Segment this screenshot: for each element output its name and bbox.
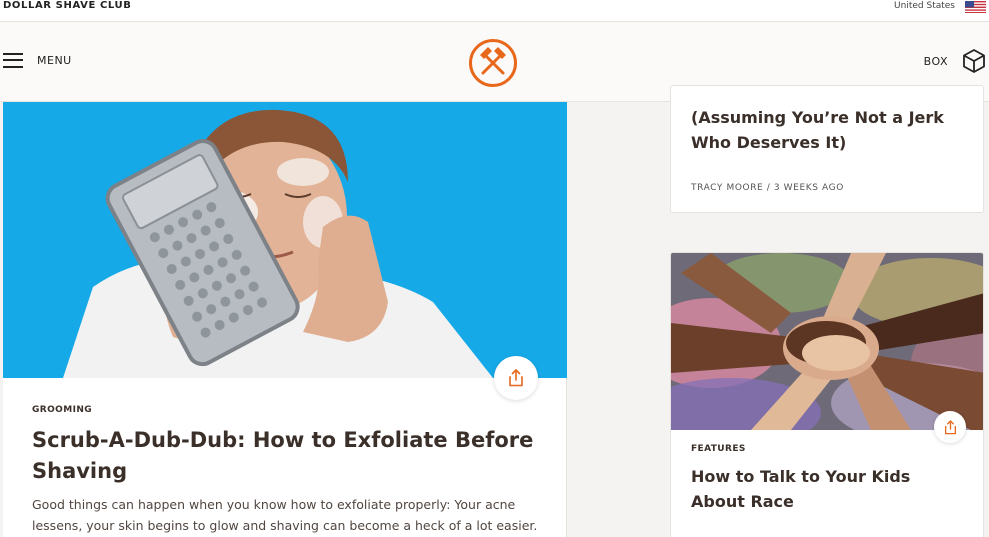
box-cube-icon xyxy=(963,49,985,73)
article-title[interactable]: Scrub-A-Dub-Dub: How to Exfoliate Before… xyxy=(32,425,542,487)
side-article-card[interactable]: FEATURES How to Talk to Your Kids About … xyxy=(670,252,984,537)
box-label: BOX xyxy=(923,54,948,68)
hamburger-icon xyxy=(3,52,23,68)
stacked-hands-illustration xyxy=(671,253,983,430)
share-icon xyxy=(509,369,523,387)
article-image[interactable] xyxy=(671,253,983,430)
crossed-hammers-logo[interactable] xyxy=(468,38,518,88)
man-with-grater-illustration xyxy=(3,102,567,378)
share-icon xyxy=(944,419,956,434)
article-excerpt: Good things can happen when you know how… xyxy=(32,497,538,533)
menu-button[interactable]: MENU xyxy=(3,52,72,68)
box-button[interactable]: BOX xyxy=(924,48,986,74)
article-category[interactable]: GROOMING xyxy=(32,405,92,415)
utility-bar: DOLLAR SHAVE CLUB United States xyxy=(0,0,989,22)
menu-label: MENU xyxy=(37,53,72,67)
share-button[interactable] xyxy=(934,411,966,443)
featured-article-card[interactable]: GROOMING Scrub-A-Dub-Dub: How to Exfolia… xyxy=(3,102,567,537)
article-hero-image[interactable] xyxy=(3,102,567,378)
side-article-title[interactable]: (Assuming You’re Not a Jerk Who Deserves… xyxy=(691,105,971,155)
country-selector[interactable]: United States xyxy=(894,1,955,11)
share-button[interactable] xyxy=(494,356,538,400)
article-byline: TRACY MOORE / 3 WEEKS AGO xyxy=(691,183,844,193)
us-flag-icon[interactable] xyxy=(965,1,986,13)
article-category[interactable]: FEATURES xyxy=(691,444,746,454)
side-article-card[interactable]: (Assuming You’re Not a Jerk Who Deserves… xyxy=(670,85,984,213)
brand-name[interactable]: DOLLAR SHAVE CLUB xyxy=(3,0,131,11)
side-article-title[interactable]: How to Talk to Your Kids About Race xyxy=(691,464,961,514)
